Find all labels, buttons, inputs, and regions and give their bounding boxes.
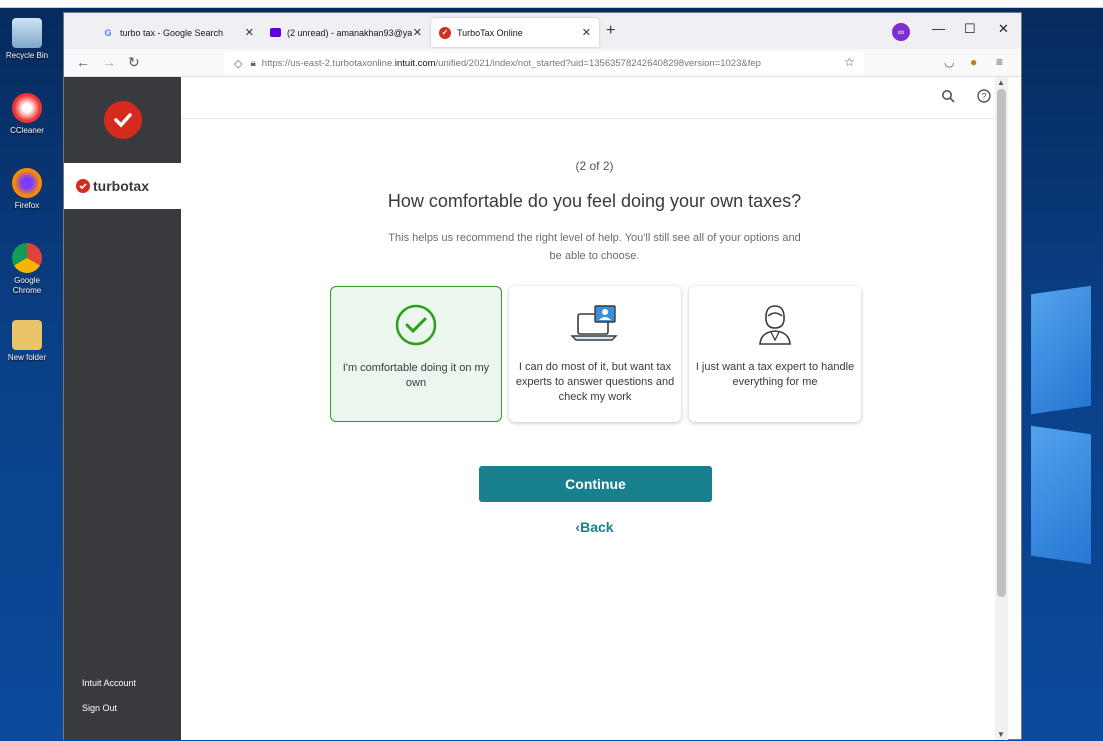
close-icon[interactable]: ✕ [413, 26, 422, 39]
profile-icon[interactable]: ● [970, 55, 977, 69]
lock-icon: 🔒︎ [250, 57, 256, 69]
scroll-up-icon[interactable]: ▲ [997, 78, 1005, 87]
scroll-down-icon[interactable]: ▼ [997, 730, 1005, 739]
desktop-icon-label: Recycle Bin [5, 51, 49, 60]
nav-bar: ← → ↻ ◇ 🔒︎ https://us-east-2.turbotaxonl… [64, 49, 1021, 77]
checkmark-logo-icon [103, 101, 142, 139]
back-label: Back [580, 519, 614, 535]
tab-label: (2 unread) - amanakhan93@yah [287, 27, 412, 38]
google-icon: G [104, 27, 112, 38]
tab-turbotax[interactable]: ✓ TurboTax Online ✕ [431, 18, 599, 47]
new-tab-icon[interactable]: + [606, 22, 615, 40]
option-card-own[interactable]: I'm comfortable doing it on my own [330, 286, 502, 422]
scrollbar-thumb[interactable] [997, 89, 1006, 597]
back-link[interactable]: ‹Back [181, 519, 1008, 535]
desktop-icon-label: Firefox [14, 201, 40, 210]
url-domain: intuit.com [394, 57, 436, 69]
desktop-icon-label: Google Chrome [12, 276, 42, 295]
window-close-icon[interactable]: ✕ [998, 21, 1009, 37]
mail-icon [270, 28, 281, 37]
brand-row: turbotax [64, 163, 181, 209]
shield-icon: ◇ [234, 57, 243, 70]
turbotax-favicon-icon: ✓ [439, 26, 451, 39]
pocket-icon[interactable]: ◡ [944, 55, 954, 69]
continue-button[interactable]: Continue [479, 466, 712, 502]
tab-google-search[interactable]: G turbo tax - Google Search ✕ [94, 18, 262, 47]
close-icon[interactable]: ✕ [245, 26, 254, 39]
tab-mail[interactable]: (2 unread) - amanakhan93@yah ✕ [262, 18, 430, 47]
ccleaner-icon [12, 93, 42, 123]
tab-bar: G turbo tax - Google Search ✕ (2 unread)… [64, 13, 1021, 49]
desktop-icon-new-folder[interactable]: New folder [2, 320, 52, 363]
rdp-title-bar [0, 0, 1103, 8]
menu-icon[interactable]: ≡ [996, 55, 1003, 69]
option-text: I just want a tax expert to handle every… [695, 361, 855, 388]
sidebar: turbotax Intuit Account Sign Out [64, 77, 181, 740]
option-card-expert[interactable]: I just want a tax expert to handle every… [689, 286, 861, 422]
expert-person-icon [689, 302, 861, 346]
maximize-icon[interactable]: ☐ [964, 21, 976, 37]
url-prefix: https://us-east-2.turbotaxonline. [261, 57, 395, 69]
url-bar[interactable]: ◇ 🔒︎ https://us-east-2.turbotaxonline. in… [224, 52, 864, 74]
desktop-icon-ccleaner[interactable]: CCleaner [2, 93, 52, 136]
tab-label: TurboTax Online [457, 27, 523, 38]
firefox-icon [12, 168, 42, 198]
help-icon[interactable]: ? [977, 89, 991, 106]
desktop-icon-chrome[interactable]: Google Chrome [2, 243, 52, 296]
scrollbar[interactable]: ▲ ▼ [995, 77, 1008, 740]
tab-label: turbo tax - Google Search [120, 27, 224, 38]
desktop-icon-label: New folder [7, 353, 47, 362]
folder-icon [12, 320, 42, 350]
wallpaper-logo [1021, 10, 1103, 741]
reload-icon[interactable]: ↻ [128, 54, 140, 71]
sign-out-link[interactable]: Sign Out [82, 703, 117, 713]
svg-text:?: ? [981, 92, 986, 102]
brand-check-icon [76, 179, 90, 193]
option-text: I can do most of it, but want tax expert… [515, 361, 675, 403]
turbotax-logo [64, 77, 181, 163]
extension-icon[interactable]: ∞ [892, 23, 910, 41]
close-icon[interactable]: ✕ [582, 26, 591, 39]
url-suffix: /unified/2021/index/not_started?uid=1356… [435, 57, 761, 69]
step-indicator: (2 of 2) [575, 159, 614, 173]
brand-name: turbotax [93, 178, 149, 194]
page-title: How comfortable do you feel doing your o… [387, 191, 802, 211]
option-text: I'm comfortable doing it on my own [342, 362, 490, 389]
recycle-bin-icon [12, 18, 42, 48]
check-circle-icon [331, 303, 501, 347]
browser-window: G turbo tax - Google Search ✕ (2 unread)… [63, 12, 1022, 740]
bookmark-star-icon[interactable]: ☆ [844, 55, 855, 69]
desktop-icon-label: CCleaner [10, 126, 44, 135]
desktop-icon-firefox[interactable]: Firefox [2, 168, 52, 211]
desktop-icon-recycle-bin[interactable]: Recycle Bin [2, 18, 52, 61]
forward-arrow-icon[interactable]: → [102, 54, 116, 70]
back-arrow-icon[interactable]: ← [76, 54, 90, 70]
top-strip: ? [181, 77, 1008, 119]
chrome-icon [12, 243, 42, 273]
option-card-most[interactable]: I can do most of it, but want tax expert… [509, 286, 681, 422]
laptop-expert-icon [509, 302, 681, 346]
main-content: ? (2 of 2) How comfortable do you feel d… [181, 77, 1008, 740]
intuit-account-link[interactable]: Intuit Account [82, 678, 136, 688]
help-text: This helps us recommend the right level … [388, 232, 801, 262]
search-icon[interactable] [941, 89, 955, 106]
minimize-icon[interactable]: — [932, 21, 945, 36]
page: turbotax Intuit Account Sign Out ? (2 of… [64, 77, 1021, 740]
